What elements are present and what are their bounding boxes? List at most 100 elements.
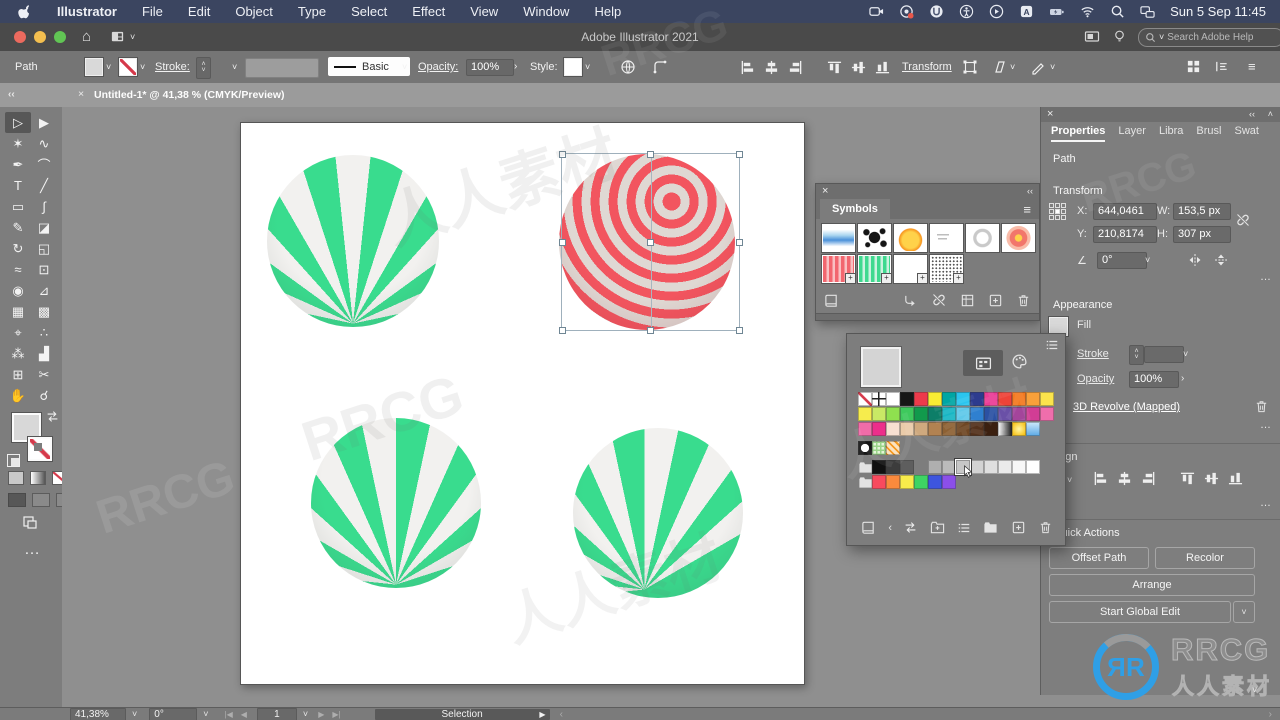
swatch[interactable]	[1026, 392, 1040, 406]
stroke-chevron-icon[interactable]: ˅	[140, 63, 145, 72]
selection-handle[interactable]	[647, 150, 654, 158]
swatch[interactable]	[928, 460, 942, 474]
displays-icon[interactable]	[1140, 4, 1155, 19]
opacity-link[interactable]: Opacity	[1077, 373, 1114, 385]
symbol-green-stripes[interactable]: +	[857, 254, 892, 284]
menu-type[interactable]: Type	[298, 4, 326, 19]
align-more-icon[interactable]: …	[1260, 497, 1271, 509]
swatch[interactable]	[914, 422, 928, 436]
swatch[interactable]	[914, 407, 928, 421]
swatch[interactable]	[1040, 407, 1054, 421]
default-colors-icon[interactable]	[7, 454, 20, 467]
draw-behind-button[interactable]	[32, 493, 50, 507]
properties-scroll-up-icon[interactable]: ˄	[1268, 110, 1273, 119]
swatch[interactable]	[1026, 460, 1040, 474]
flip-horizontal-icon[interactable]	[1187, 252, 1203, 268]
swatch[interactable]	[858, 407, 872, 421]
menu-file[interactable]: File	[142, 4, 163, 19]
effect-3d-revolve-link[interactable]: 3D Revolve (Mapped)	[1073, 401, 1180, 413]
selection-tool[interactable]: ▷	[5, 112, 31, 133]
more-tools-icon[interactable]: …	[24, 541, 40, 559]
battery-icon[interactable]	[1049, 4, 1065, 20]
stroke-weight-label[interactable]: Stroke:	[155, 61, 190, 73]
swatch[interactable]	[886, 407, 900, 421]
align-top-icon[interactable]	[1180, 471, 1195, 486]
swatch[interactable]	[1026, 407, 1040, 421]
column-graph-tool[interactable]: ▟	[31, 343, 57, 364]
selection-handle[interactable]	[558, 326, 566, 334]
swatch-grad-sky[interactable]	[1026, 422, 1040, 436]
stroke-chevron-icon[interactable]: ˅	[1183, 350, 1188, 359]
slice-tool[interactable]: ✂	[31, 364, 57, 385]
symbol-wreath[interactable]	[965, 223, 1000, 253]
global-edit-chevron-button[interactable]: ˅	[1233, 601, 1255, 623]
symbol-water[interactable]	[821, 223, 856, 253]
align-center-h-icon[interactable]	[764, 60, 779, 75]
graphic-style-swatch[interactable]	[563, 57, 583, 77]
panel-arrange-icon[interactable]	[1214, 59, 1229, 74]
swatch-themes-icon[interactable]	[904, 521, 917, 534]
status-mode-bar[interactable]: Selection ▶	[374, 709, 550, 720]
x-field[interactable]: 644,0461	[1093, 203, 1157, 220]
swatch[interactable]	[942, 392, 956, 406]
menu-window[interactable]: Window	[523, 4, 569, 19]
stroke-stepper[interactable]: ˄ ˅	[1129, 345, 1144, 365]
symbol-ink-splat[interactable]	[857, 223, 892, 253]
swatch[interactable]	[872, 460, 886, 474]
striped-sphere-green-3[interactable]	[573, 428, 743, 598]
help-search-input[interactable]: ˅ Search Adobe Help	[1138, 28, 1280, 47]
swatch[interactable]	[928, 392, 942, 406]
align-bottom-icon[interactable]	[875, 60, 890, 75]
tab-libraries[interactable]: Libra	[1159, 125, 1183, 142]
opacity-field[interactable]: 100%	[466, 59, 514, 76]
opacity-more-icon[interactable]: ›	[514, 61, 517, 72]
swatch[interactable]	[970, 407, 984, 421]
swatch-selected[interactable]	[956, 460, 973, 478]
flip-vertical-icon[interactable]	[1213, 252, 1229, 268]
spotlight-icon[interactable]	[1110, 4, 1125, 19]
striped-sphere-green-1[interactable]	[267, 155, 439, 327]
swatch[interactable]	[886, 475, 900, 489]
shape-builder-tool[interactable]: ◉	[5, 280, 31, 301]
style-chevron-icon[interactable]: ˅	[585, 63, 590, 72]
toolbar-collapse-icon[interactable]: ‹‹	[8, 89, 15, 100]
rectangle-tool[interactable]: ▭	[5, 196, 31, 217]
accessibility-icon[interactable]	[959, 4, 974, 19]
last-artboard-icon[interactable]: ▶|	[332, 710, 340, 719]
align-right-icon[interactable]	[1141, 471, 1156, 486]
symbols-tab[interactable]: Symbols	[820, 199, 890, 219]
rotate-tool[interactable]: ↻	[5, 238, 31, 259]
swatch-grad-bw[interactable]	[998, 422, 1012, 436]
type-tool[interactable]: T	[5, 175, 31, 196]
swatch[interactable]	[900, 392, 914, 406]
show-swatch-kinds-icon[interactable]: ‹	[888, 522, 892, 534]
eraser-tool[interactable]: ◪	[31, 217, 57, 238]
input-a-icon[interactable]: A	[1019, 4, 1034, 19]
menu-effect[interactable]: Effect	[412, 4, 445, 19]
status-back-icon[interactable]: ‹	[560, 709, 563, 720]
swatch[interactable]	[984, 460, 998, 474]
rotation-chevron-icon[interactable]: ˅	[1145, 256, 1150, 265]
rotation-field[interactable]: 0°	[149, 708, 198, 720]
isolate-icon[interactable]	[1030, 59, 1046, 75]
discover-icon[interactable]	[1112, 29, 1127, 44]
opacity-field[interactable]: 100%	[1129, 371, 1179, 388]
swatch-libraries-icon[interactable]	[861, 520, 876, 535]
selection-handle[interactable]	[735, 238, 743, 246]
new-folder-icon[interactable]	[983, 520, 998, 535]
arrange-documents-icon[interactable]	[1084, 29, 1100, 45]
stroke-weight-stepper[interactable]: ˄ ˅	[196, 57, 211, 79]
isolate-chevron-icon[interactable]: ˅	[1050, 63, 1055, 72]
swatch[interactable]	[1012, 392, 1026, 406]
reference-point-locator[interactable]	[1049, 203, 1066, 220]
selection-bounding-box[interactable]	[558, 150, 743, 334]
swatch-registration[interactable]	[872, 392, 886, 406]
screen-mode-icon[interactable]	[22, 515, 38, 531]
delete-swatch-icon[interactable]	[1038, 520, 1053, 535]
fill-color-swatch[interactable]	[84, 57, 104, 77]
swatch[interactable]	[942, 422, 956, 436]
menu-object[interactable]: Object	[235, 4, 273, 19]
corner-widget-icon[interactable]	[652, 59, 668, 75]
swatch[interactable]	[956, 392, 970, 406]
color-mixer-icon[interactable]	[1011, 353, 1028, 370]
